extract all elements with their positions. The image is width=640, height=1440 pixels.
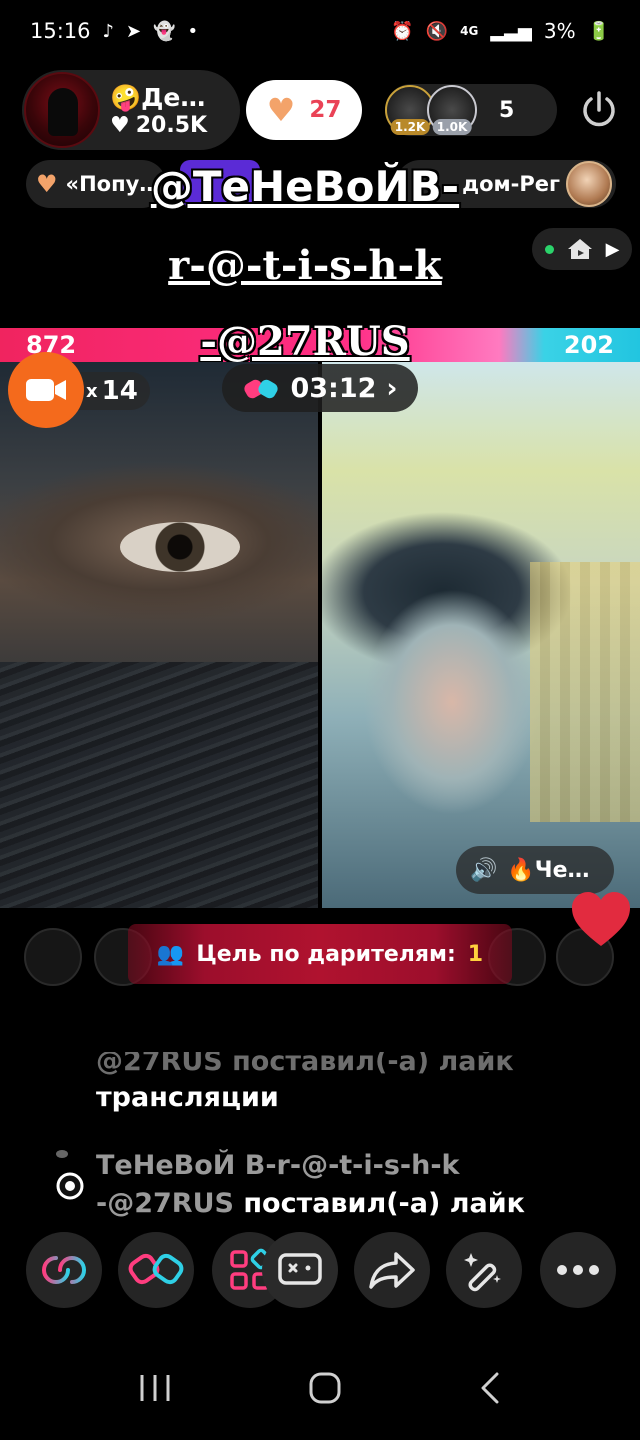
share-arrow-icon <box>369 1252 415 1289</box>
chevron-right-icon: ▶ <box>605 238 620 260</box>
status-bar: 15:16 ♪ ➤ 👻 • ⏰ 🔇 4G ▂▃▅ 3% 🔋 <box>0 0 640 62</box>
game-controller-icon <box>278 1253 322 1285</box>
recents-icon[interactable] <box>138 1372 172 1404</box>
floating-heart-icon <box>572 892 630 946</box>
video-camera-icon <box>26 379 66 401</box>
more-dots-icon <box>557 1265 599 1275</box>
live-extras-pill[interactable]: ▶ <box>532 228 632 270</box>
top-viewers[interactable]: 1.2K 1.0K 5 <box>385 84 557 136</box>
host-avatar[interactable] <box>24 72 100 148</box>
battle-button[interactable] <box>118 1232 194 1308</box>
goal-label: Цель по дарителям: <box>196 941 456 967</box>
battery-charging-icon: 🔋 <box>587 20 610 42</box>
battery-percent: 3% <box>543 19 576 43</box>
battle-timer[interactable]: 03:12 › <box>222 364 418 412</box>
mute-icon: 🔇 <box>425 20 449 42</box>
chat-message-text: трансляции <box>96 1082 279 1113</box>
network-indicator: 4G <box>460 24 479 38</box>
home-play-icon <box>567 239 592 259</box>
chat-user-avatar[interactable] <box>34 1140 84 1200</box>
more-button[interactable] <box>540 1232 616 1308</box>
host-name: 🤪Де… <box>110 82 206 112</box>
gifter-seat[interactable] <box>24 928 82 986</box>
video-veil-detail <box>0 662 318 908</box>
chevron-right-icon: › <box>386 372 398 404</box>
multi-guest-button[interactable] <box>26 1232 102 1308</box>
guest-name: 🔥Че… <box>507 857 590 883</box>
overlay-title-line: -@27RUS <box>200 318 410 365</box>
home-icon[interactable] <box>308 1371 342 1405</box>
share-button[interactable] <box>354 1232 430 1308</box>
bottom-action-bar <box>0 1232 640 1312</box>
chat-username[interactable]: ТеНеВоЙ В-r-@-t-i-s-h-k <box>96 1150 460 1181</box>
battle-gloves-icon <box>128 1253 184 1285</box>
video-eye-detail <box>120 522 240 572</box>
viewer-badge: 1.0K <box>432 119 472 135</box>
tiktok-notification-icon: ♪ <box>102 20 115 42</box>
guest-audio-pill[interactable]: 🔊 🔥Че… <box>456 846 614 894</box>
multiplier-value: 14 <box>101 376 138 406</box>
snapchat-notification-icon: 👻 <box>153 20 176 42</box>
speaker-icon: 🔊 <box>470 857 498 883</box>
top-viewer-avatar[interactable]: 1.0K <box>427 85 477 135</box>
overlay-title-line: @ТеНеВоЙВ- <box>150 162 460 211</box>
multiplier-prefix: x <box>86 380 98 402</box>
host-profile-pill[interactable]: 🤪Де… ♥ 20.5K <box>22 70 240 150</box>
chat-username-handle[interactable]: -@27RUS <box>96 1188 234 1219</box>
like-pill-count: 27 <box>309 97 342 123</box>
multi-guest-icon <box>42 1255 86 1285</box>
magic-wand-icon <box>464 1253 501 1292</box>
effects-button[interactable] <box>446 1232 522 1308</box>
more-notifications-dot-icon: • <box>187 20 199 42</box>
host-likes-row: ♥ 20.5K <box>110 113 207 138</box>
signal-icon: ▂▃▅ <box>490 20 532 42</box>
follow-like-button[interactable]: ♥ 27 <box>246 80 362 140</box>
power-icon[interactable] <box>576 88 622 134</box>
battle-gloves-icon <box>244 379 279 399</box>
telegram-notification-icon: ➤ <box>126 20 142 42</box>
viewer-badge: 1.2K <box>390 119 430 135</box>
camera-button[interactable] <box>8 352 84 428</box>
games-button[interactable] <box>262 1232 338 1308</box>
viewer-count: 5 <box>499 97 515 123</box>
back-icon[interactable] <box>478 1371 502 1405</box>
live-dot-icon <box>544 244 554 254</box>
battle-timer-value: 03:12 <box>290 372 377 404</box>
host-likes-count: 20.5K <box>135 112 208 138</box>
overlay-title-line: r-@-t-i-s-h-k <box>168 242 442 289</box>
people-icon: 👥 <box>156 941 185 967</box>
chat-message-partial: @27RUS поставил(-а) лайк <box>96 1052 514 1077</box>
host-info: 🤪Де… ♥ 20.5K <box>110 83 207 138</box>
goal-value: 1 <box>467 941 484 967</box>
chat-action-text: поставил(-а) лайк <box>243 1188 525 1219</box>
alarm-icon: ⏰ <box>391 20 414 42</box>
heart-icon: ♥ <box>266 91 296 129</box>
gifter-goal-banner[interactable]: 👥 Цель по дарителям: 1 <box>128 924 512 984</box>
host-video[interactable] <box>0 362 318 908</box>
system-nav-bar <box>0 1350 640 1426</box>
status-time: 15:16 <box>30 19 91 43</box>
video-curtain-detail <box>530 562 640 822</box>
opponent-video[interactable] <box>322 362 640 908</box>
heart-icon: ♥ <box>110 112 130 138</box>
chat-message-row: -@27RUS поставил(-а) лайк <box>96 1188 525 1219</box>
